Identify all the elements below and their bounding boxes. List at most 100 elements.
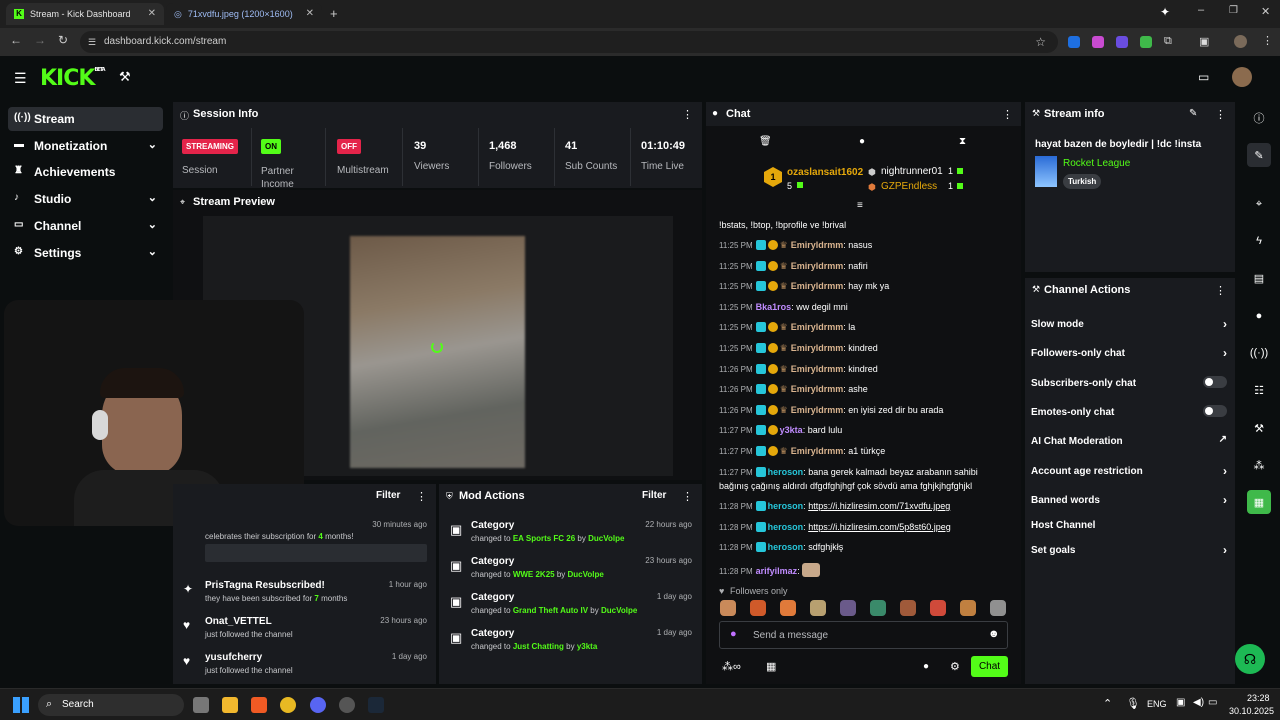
moderator-link[interactable]: DucVolpe <box>568 570 604 579</box>
category-link[interactable]: WWE 2K25 <box>513 570 555 579</box>
chat-username[interactable]: Emiryldrmm <box>791 384 844 394</box>
close-window-icon[interactable]: ✕ <box>1261 5 1270 18</box>
emote-icon[interactable] <box>900 600 916 616</box>
broadcast-icon[interactable]: ((·)) <box>1247 341 1271 365</box>
chat-username[interactable]: heroson <box>768 522 804 532</box>
lightning-icon[interactable]: ϟ <box>1247 229 1271 253</box>
hamburger-menu-icon[interactable]: ☰ <box>14 70 27 87</box>
obs-icon[interactable] <box>339 697 355 713</box>
brave-icon[interactable] <box>251 697 267 713</box>
taskbar-search[interactable]: ⌕ Search <box>38 694 184 716</box>
file-explorer-icon[interactable] <box>222 697 238 713</box>
chat-username[interactable]: heroson <box>768 542 804 552</box>
leader-name[interactable]: nightrunner01 <box>881 166 943 177</box>
emote-icon[interactable] <box>720 600 736 616</box>
menu-kebab-icon[interactable]: ⋮ <box>1262 34 1273 47</box>
sidebar-item-monetization[interactable]: ▬ Monetization ⌄ <box>8 134 163 158</box>
message-link[interactable]: https://i.hizliresim.com/71xvdfu.jpeg <box>808 501 950 511</box>
sidebar-item-channel[interactable]: ▭ Channel ⌄ <box>8 214 163 238</box>
store-icon[interactable]: ▦ <box>766 660 776 673</box>
speech-bubble-icon[interactable]: ● <box>859 136 865 147</box>
channel-action-account-age-restriction[interactable]: Account age restriction › <box>1031 464 1227 478</box>
discord-icon[interactable] <box>310 697 326 713</box>
emote-icon[interactable] <box>750 600 766 616</box>
sidepanel-icon[interactable]: ▣ <box>1199 35 1209 48</box>
more-options-icon[interactable]: ⋮ <box>1215 284 1226 297</box>
chat-settings-icon[interactable]: ⚙ <box>950 660 960 673</box>
emote-icon[interactable] <box>840 600 856 616</box>
chat-username[interactable]: Emiryldrmm <box>791 343 844 353</box>
sidebar-item-settings[interactable]: ⚙ Settings ⌄ <box>8 241 163 265</box>
category-link[interactable]: Just Chatting <box>513 642 564 651</box>
reload-icon[interactable]: ↻ <box>58 33 68 47</box>
more-options-icon[interactable]: ⋮ <box>682 490 693 503</box>
clock-time[interactable]: 23:28 <box>1247 693 1270 703</box>
close-tab-icon[interactable]: ✕ <box>306 8 314 19</box>
toggle-switch[interactable] <box>1203 405 1227 417</box>
chrome-icon[interactable] <box>280 697 296 713</box>
leader-name[interactable]: GZPEndless <box>881 181 937 192</box>
emote-icon[interactable] <box>810 600 826 616</box>
moderator-link[interactable]: y3kta <box>577 642 597 651</box>
game-icon[interactable]: ▦ <box>1247 490 1271 514</box>
clock-date[interactable]: 30.10.2025 <box>1229 706 1274 716</box>
sidebar-item-achievements[interactable]: ♜ Achievements <box>8 160 163 184</box>
more-options-icon[interactable]: ⋮ <box>682 108 693 121</box>
toggle-switch[interactable] <box>1203 376 1227 388</box>
minimize-icon[interactable]: – <box>1198 4 1204 16</box>
network-icon[interactable]: ▣ <box>1176 697 1185 708</box>
channel-action-slow-mode[interactable]: Slow mode › <box>1031 317 1227 331</box>
url-field[interactable]: ☰ dashboard.kick.com/stream ☆ <box>80 31 1058 53</box>
steam-icon[interactable] <box>368 697 384 713</box>
more-options-icon[interactable]: ⋮ <box>1002 108 1013 121</box>
windows-start-icon[interactable] <box>13 697 29 713</box>
channel-action-subscribers-only-chat[interactable]: Subscribers-only chat <box>1031 376 1227 389</box>
more-options-icon[interactable]: ⋮ <box>416 490 427 503</box>
chat-username[interactable]: Bka1ros <box>756 302 792 312</box>
site-info-icon[interactable]: ☰ <box>88 31 96 53</box>
collapse-leaderboard-icon[interactable]: ≡ <box>857 200 863 211</box>
chat-bubble-icon[interactable]: ● <box>923 661 929 672</box>
edit-pencil-icon[interactable]: ✎ <box>1189 108 1197 119</box>
extension-icon[interactable] <box>1140 36 1152 48</box>
chevron-up-icon[interactable]: ⌃ <box>1103 697 1112 710</box>
channel-action-ai-chat-moderation[interactable]: AI Chat Moderation ↗ <box>1031 434 1227 447</box>
points-icon[interactable]: ⁂ <box>1247 453 1271 477</box>
new-tab-icon[interactable]: + <box>330 6 338 21</box>
moderator-link[interactable]: DucVolpe <box>601 606 637 615</box>
close-tab-icon[interactable]: ✕ <box>148 8 156 19</box>
chat-input-box[interactable]: ● Send a message ☻ <box>719 621 1008 649</box>
filter-button[interactable]: Filter <box>376 490 400 501</box>
message-input[interactable]: Send a message <box>753 630 828 641</box>
filter-button[interactable]: Filter <box>642 490 666 501</box>
chat-username[interactable]: Emiryldrmm <box>791 281 844 291</box>
sparkle-icon[interactable]: ✦ <box>1160 5 1170 19</box>
channel-action-host-channel[interactable]: Host Channel <box>1031 520 1227 531</box>
category-link[interactable]: Grand Theft Auto IV <box>513 606 588 615</box>
edit-pencil-icon[interactable]: ✎ <box>1247 143 1271 167</box>
sidebar-item-studio[interactable]: ♪ Studio ⌄ <box>8 187 163 211</box>
chat-username[interactable]: heroson <box>768 501 804 511</box>
category-link[interactable]: EA Sports FC 26 <box>513 534 575 543</box>
leader-name[interactable]: ozaslansait1602 <box>787 167 863 178</box>
info-icon[interactable]: ⓘ <box>1247 106 1271 130</box>
document-icon[interactable]: ▤ <box>1247 266 1271 290</box>
puzzle-icon[interactable]: ⧉ <box>1164 35 1172 48</box>
chat-username[interactable]: Emiryldrmm <box>791 322 844 332</box>
chat-username[interactable]: Emiryldrmm <box>791 364 844 374</box>
channel-action-emotes-only-chat[interactable]: Emotes-only chat <box>1031 405 1227 418</box>
hourglass-icon[interactable]: ⧗ <box>959 136 966 147</box>
user-avatar[interactable] <box>1232 67 1252 87</box>
chat-username[interactable]: Emiryldrmm <box>791 405 844 415</box>
support-headset-icon[interactable]: ☊ <box>1235 644 1265 674</box>
bookmark-star-icon[interactable]: ☆ <box>1035 31 1046 53</box>
send-chat-button[interactable]: Chat <box>971 656 1008 677</box>
category-link[interactable]: Rocket League <box>1063 158 1130 169</box>
chat-username[interactable]: y3kta <box>780 425 803 435</box>
wrench-icon[interactable]: ⚒ <box>1247 416 1271 440</box>
wrench-icon[interactable]: ⚒ <box>119 69 131 85</box>
moderator-link[interactable]: DucVolpe <box>588 534 624 543</box>
language-indicator[interactable]: ENG <box>1147 699 1167 709</box>
chat-bubble-icon[interactable]: ● <box>1247 304 1271 328</box>
chat-username[interactable]: Emiryldrmm <box>791 261 844 271</box>
